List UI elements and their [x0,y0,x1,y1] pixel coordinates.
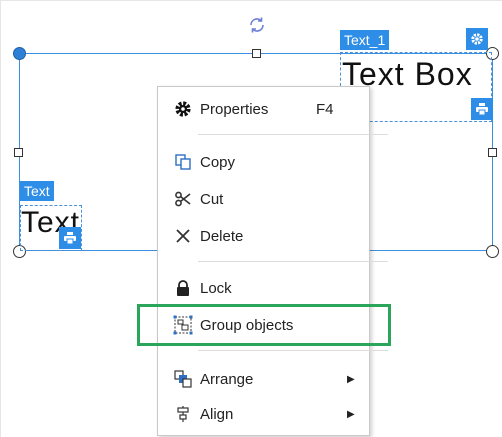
menu-item-label: Lock [200,279,232,297]
object-settings-button[interactable] [466,28,488,50]
menu-separator [198,261,388,262]
menu-item-label: Copy [200,153,236,171]
menu-item-cut[interactable]: Cut [158,184,369,214]
menu-item-label: Cut [200,190,224,208]
gear-icon [170,99,196,119]
submenu-arrow-icon: ▶ [347,408,355,420]
design-canvas[interactable]: Text_1 Text Box Text Text Properties F4 … [0,0,502,437]
highlight-box [137,304,391,346]
menu-item-label: Align [200,405,234,423]
menu-separator [198,134,388,135]
menu-separator [198,350,388,351]
scissors-icon [170,189,196,209]
object-tag-text-box: Text_1 [340,30,390,50]
menu-item-arrange[interactable]: Arrange ▶ [158,364,369,394]
print-button[interactable] [471,98,493,120]
menu-item-lock[interactable]: Lock [158,273,369,303]
copy-icon [170,152,196,172]
menu-item-shortcut: F4 [316,100,334,118]
selection-handle-middle-right[interactable] [488,148,497,157]
menu-item-label: Properties [200,100,269,118]
menu-item-properties[interactable]: Properties F4 [158,94,369,124]
printer-icon [476,103,488,116]
context-menu: Properties F4 Copy Cut Delete Lock Group… [157,86,388,436]
printer-icon [64,232,76,245]
object-tag-text: Text [20,181,54,201]
rotate-icon[interactable] [248,16,266,34]
menu-item-copy[interactable]: Copy [158,147,369,177]
arrange-icon [170,369,196,389]
print-button-text[interactable] [59,227,81,249]
selection-handle-top-left[interactable] [13,47,26,60]
submenu-arrow-icon: ▶ [347,373,355,385]
lock-icon [170,278,196,298]
gear-icon [471,33,483,45]
menu-item-align[interactable]: Align ▶ [158,399,369,429]
menu-item-label: Delete [200,227,244,245]
align-icon [170,404,196,424]
close-icon [170,226,196,246]
selection-handle-top-center[interactable] [252,49,261,58]
menu-item-delete[interactable]: Delete [158,221,369,251]
menu-item-label: Arrange [200,370,254,388]
selection-handle-bottom-right[interactable] [486,245,499,258]
selection-handle-middle-left[interactable] [14,148,23,157]
